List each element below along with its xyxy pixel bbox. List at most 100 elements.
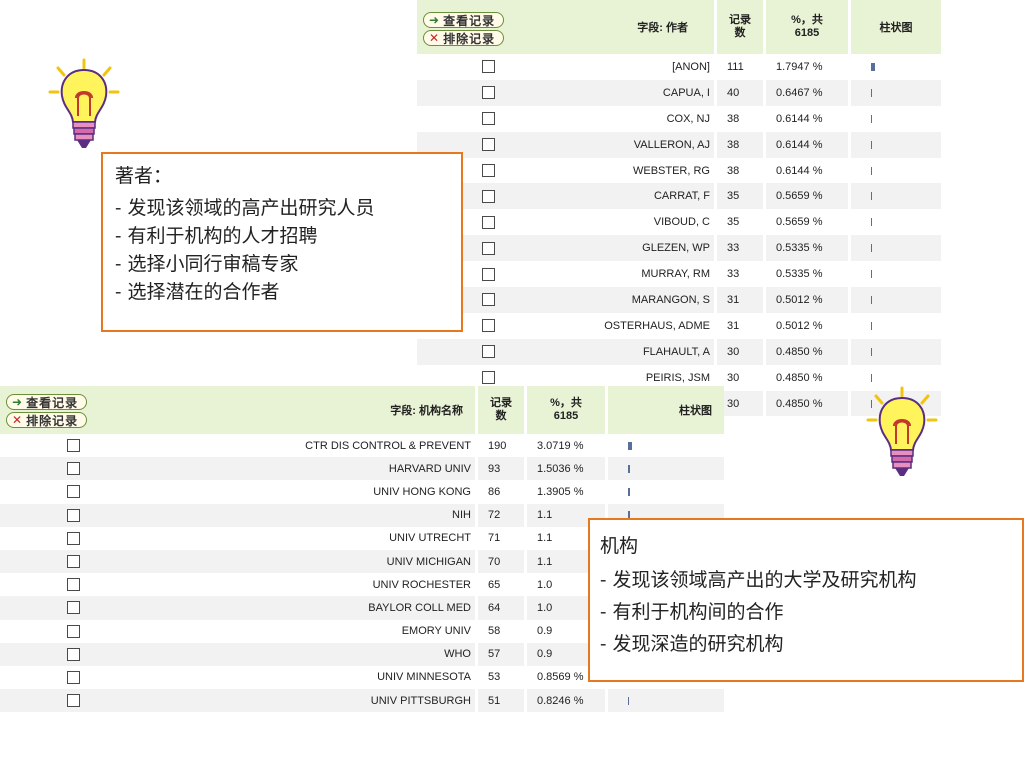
row-bar-cell (851, 312, 941, 339)
row-select-cell (0, 526, 147, 550)
checkbox-icon[interactable] (67, 694, 80, 708)
checkbox-icon[interactable] (67, 601, 80, 615)
row-bar-cell (608, 457, 724, 481)
row-percent: 0.5659 % (766, 209, 848, 236)
table-row: UNIV HONG KONG 86 1.3905 % (0, 480, 724, 504)
row-count: 57 (478, 642, 524, 666)
exclude-records-label: 排除记录 (26, 413, 79, 428)
checkbox-icon[interactable] (481, 215, 495, 229)
lightbulb-icon (48, 58, 120, 148)
checkbox-icon[interactable] (481, 164, 495, 177)
author-callout-line: - 选择潜在的合作者 (115, 281, 280, 303)
bar-mark (628, 464, 630, 473)
row-bar-cell (851, 209, 941, 236)
bar-mark (871, 373, 872, 382)
row-percent: 0.5659 % (766, 183, 848, 210)
checkbox-icon[interactable] (481, 138, 495, 152)
row-name: HARVARD UNIV (147, 457, 475, 481)
row-name: UNIV MINNESOTA (147, 665, 475, 690)
row-select-cell (0, 619, 147, 643)
row-bar-cell (851, 157, 941, 184)
row-name: GLEZEN, WP (559, 235, 714, 262)
author-analysis-table: ➜ 查看记录 ✕ 排除记录 字段: 作者 记录数 %，共 6185 柱状图 [A… (417, 0, 941, 417)
bar-mark (871, 321, 872, 330)
checkbox-icon[interactable] (481, 371, 495, 385)
row-bar-cell (608, 480, 724, 504)
checkbox-icon[interactable] (67, 439, 80, 453)
checkbox-icon[interactable] (67, 508, 80, 522)
table-row: CTR DIS CONTROL & PREVENT 190 3.0719 % (0, 434, 724, 458)
row-count: 64 (478, 596, 524, 620)
bar-header: 柱状图 (608, 386, 724, 434)
institution-callout: 机构 - 发现该领域高产出的大学及研究机构 - 有利于机构间的合作 - 发现深造… (588, 518, 1024, 682)
exclude-records-label: 排除记录 (443, 31, 496, 46)
row-count: 31 (717, 312, 763, 339)
row-name: EMORY UNIV (147, 619, 475, 643)
table-row: WEBSTER, RG 38 0.6144 % (417, 157, 941, 184)
cross-icon: ✕ (429, 31, 441, 45)
table-row: UNIV PITTSBURGH 51 0.8246 % (0, 689, 724, 713)
checkbox-icon[interactable] (481, 60, 495, 74)
row-count: 30 (717, 338, 763, 365)
row-count: 70 (478, 549, 524, 574)
checkbox-icon[interactable] (67, 462, 80, 476)
right-arrow-icon: ➜ (429, 13, 441, 27)
author-callout: 著者： - 发现该领域的高产出研究人员 - 有利于机构的人才招聘 - 选择小同行… (101, 152, 463, 332)
row-select-cell (417, 338, 559, 365)
row-percent: 3.0719 % (527, 434, 605, 458)
checkbox-icon[interactable] (67, 670, 80, 684)
row-bar-cell (851, 287, 941, 313)
row-select-cell (0, 480, 147, 504)
checkbox-icon[interactable] (67, 624, 80, 638)
checkbox-icon[interactable] (481, 293, 495, 307)
row-count: 38 (717, 105, 763, 132)
view-records-button[interactable]: ➜ 查看记录 (6, 394, 88, 410)
row-percent: 0.6144 % (766, 105, 848, 132)
row-count: 35 (717, 209, 763, 236)
row-count: 33 (717, 261, 763, 288)
row-select-cell (417, 54, 559, 80)
row-percent: 0.5335 % (766, 235, 848, 262)
bar-mark (871, 296, 872, 305)
row-name: MURRAY, RM (559, 261, 714, 288)
row-name: MARANGON, S (559, 287, 714, 313)
author-callout-title: 著者： (115, 165, 173, 187)
row-count: 111 (717, 54, 763, 80)
institution-callout-line: - 有利于机构间的合作 (600, 601, 784, 623)
checkbox-icon[interactable] (67, 578, 80, 592)
checkbox-icon[interactable] (67, 555, 80, 569)
checkbox-icon[interactable] (67, 485, 80, 499)
bar-mark (628, 488, 630, 497)
table-row: MURRAY, RM 33 0.5335 % (417, 261, 941, 288)
bar-mark (871, 88, 872, 97)
row-bar-cell (851, 54, 941, 80)
checkbox-icon[interactable] (481, 267, 495, 281)
checkbox-icon[interactable] (481, 112, 495, 126)
table-row: CARRAT, F 35 0.5659 % (417, 183, 941, 210)
row-bar-cell (851, 79, 941, 106)
row-name: CARRAT, F (559, 183, 714, 210)
institution-callout-line: - 发现该领域高产出的大学及研究机构 (600, 569, 917, 591)
row-percent: 0.4850 % (766, 338, 848, 365)
row-name: OSTERHAUS, ADME (559, 312, 714, 339)
row-select-cell (0, 665, 147, 690)
checkbox-icon[interactable] (481, 241, 495, 255)
checkbox-icon[interactable] (481, 189, 495, 203)
checkbox-icon[interactable] (481, 86, 495, 100)
checkbox-icon[interactable] (67, 531, 80, 545)
checkbox-icon[interactable] (481, 319, 495, 333)
row-count: 72 (478, 503, 524, 527)
exclude-records-button[interactable]: ✕ 排除记录 (423, 30, 505, 46)
exclude-records-button[interactable]: ✕ 排除记录 (6, 412, 88, 428)
lightbulb-icon (866, 386, 938, 476)
bar-mark (871, 347, 872, 356)
table-row: VIBOUD, C 35 0.5659 % (417, 209, 941, 236)
checkbox-icon[interactable] (481, 345, 495, 359)
checkbox-icon[interactable] (67, 647, 80, 661)
view-records-button[interactable]: ➜ 查看记录 (423, 12, 505, 28)
row-percent: 1.7947 % (766, 54, 848, 80)
row-name: UNIV MICHIGAN (147, 549, 475, 574)
row-select-cell (0, 549, 147, 574)
table-row: GLEZEN, WP 33 0.5335 % (417, 235, 941, 262)
count-header: 记录数 (478, 386, 524, 434)
